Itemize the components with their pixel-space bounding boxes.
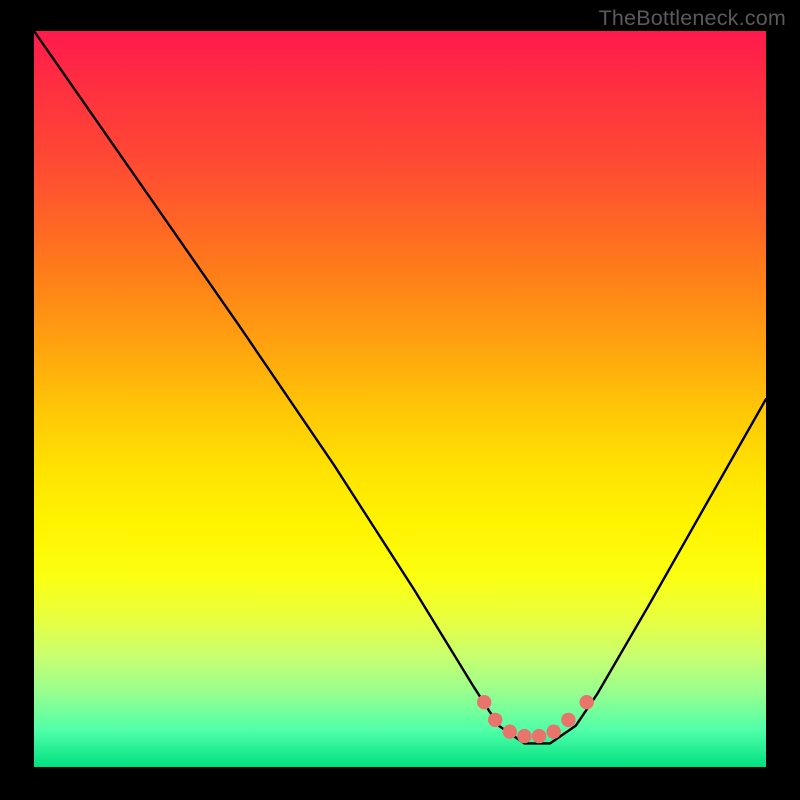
attribution-watermark: TheBottleneck.com [599,6,786,31]
chart-container: TheBottleneck.com [0,0,800,800]
plot-background-gradient [34,31,766,767]
